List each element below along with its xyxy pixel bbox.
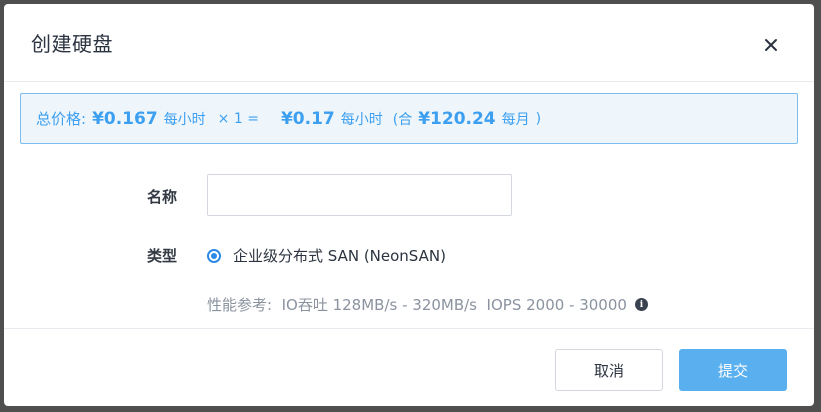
price-summary-bar: 总价格: ¥0.167 每小时 × 1 = ¥0.17 每小时 (合 ¥120.… <box>20 93 798 144</box>
unit-price: ¥0.167 <box>92 108 158 129</box>
type-label: 类型 <box>147 247 178 265</box>
price-label: 总价格: <box>36 110 87 128</box>
close-icon[interactable] <box>760 34 782 56</box>
cancel-button[interactable]: 取消 <box>555 349 663 391</box>
type-option-label: 企业级分布式 SAN (NeonSAN) <box>233 247 446 265</box>
monthly-period: 每月 <box>501 111 530 128</box>
radio-button[interactable] <box>207 248 221 263</box>
unit-price-period: 每小时 <box>163 111 206 128</box>
type-option-neonsan[interactable]: 企业级分布式 SAN (NeonSAN) <box>207 245 446 266</box>
total-price-period: 每小时 <box>340 111 383 128</box>
dialog-header: 创建硬盘 <box>4 4 814 82</box>
monthly-price: ¥120.24 <box>418 108 496 129</box>
performance-reference: 性能参考: IO吞吐 128MB/s - 320MB/s IOPS 2000 -… <box>207 294 648 315</box>
price-multiplier: × 1 = <box>217 110 259 127</box>
info-icon[interactable]: i <box>634 298 648 311</box>
radio-selected-dot <box>211 252 217 259</box>
submit-button[interactable]: 提交 <box>679 349 787 391</box>
dialog-footer: 取消 提交 <box>4 328 814 406</box>
create-disk-dialog: 创建硬盘 总价格: ¥0.167 每小时 × 1 = ¥0.17 每小时 (合 … <box>4 4 814 406</box>
name-label: 名称 <box>147 188 178 206</box>
perf-text: 性能参考: IO吞吐 128MB/s - 320MB/s IOPS 2000 -… <box>207 296 627 314</box>
dialog-title: 创建硬盘 <box>31 32 113 56</box>
monthly-open-paren: (合 <box>392 111 413 128</box>
monthly-close-paren: ) <box>535 110 542 127</box>
name-input[interactable] <box>207 174 512 216</box>
total-price: ¥0.17 <box>280 108 335 129</box>
